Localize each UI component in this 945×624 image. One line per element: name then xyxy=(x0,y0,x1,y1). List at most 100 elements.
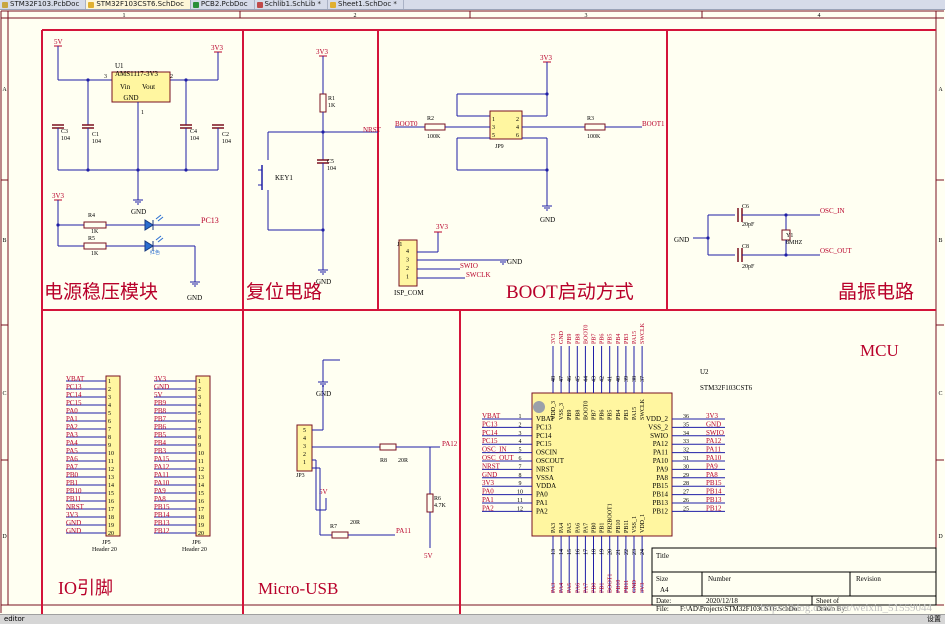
pin-name: PB15 xyxy=(652,482,668,490)
pin-name: PB10 xyxy=(616,520,622,533)
net-label: 3V3 xyxy=(482,479,495,487)
label: 1K xyxy=(91,229,99,235)
pin-number: 18 xyxy=(108,515,114,521)
pin-name: VSS_1 xyxy=(632,516,638,533)
net-label: NRST xyxy=(66,503,85,511)
label: 1 xyxy=(492,117,495,123)
led-icon xyxy=(155,235,162,241)
pin-number: 20 xyxy=(198,531,204,537)
section-title-usb: Micro-USB xyxy=(258,579,338,598)
net-label: PA10 xyxy=(154,479,170,487)
net-label: PB8 xyxy=(154,407,167,415)
label: JP6 xyxy=(192,540,201,546)
pin-number: 17 xyxy=(583,549,589,555)
net-label: PB13 xyxy=(154,519,170,527)
label: 1 xyxy=(406,275,409,281)
net-label: OSC_IN xyxy=(482,446,507,454)
net-label: PA7 xyxy=(66,463,78,471)
junction-dot xyxy=(86,168,90,172)
zone-row-label: D xyxy=(938,534,943,540)
net-label: PB0 xyxy=(66,471,79,479)
net-label: VBAT xyxy=(66,375,85,383)
pin-number: 1 xyxy=(108,379,111,385)
label: Header 20 xyxy=(182,547,207,553)
pin-number: 35 xyxy=(683,422,689,428)
pin-number: 27 xyxy=(683,490,689,496)
net-label: BOOT0 xyxy=(583,325,589,344)
label: 5 xyxy=(492,133,495,139)
pin-number: 23 xyxy=(632,549,638,555)
pin-number: 5 xyxy=(198,411,201,417)
net-label: PB6 xyxy=(600,334,606,344)
net-label: PC14 xyxy=(66,391,82,399)
net-label: PB6 xyxy=(154,423,167,431)
section-title-mcu: MCU xyxy=(860,341,899,360)
label: 3 xyxy=(303,444,306,450)
net-label: PA5 xyxy=(66,447,78,455)
net-label: PA2 xyxy=(482,504,494,512)
net-label: PA1 xyxy=(482,496,494,504)
net-label: PA8 xyxy=(706,471,718,479)
label: PA11 xyxy=(396,527,412,535)
document-tab-1[interactable]: STM32F103CST6.SchDoc xyxy=(86,0,191,9)
net-label: 3V3 xyxy=(154,375,167,383)
section-title-io: IO引脚 xyxy=(58,578,113,598)
net-label: PB15 xyxy=(154,503,170,511)
pin-number: 10 xyxy=(517,490,523,496)
net-label: 3V3 xyxy=(706,412,719,420)
net-label: SWCLK xyxy=(640,322,646,344)
pin-name: SWCLK xyxy=(640,398,646,420)
pin-number: 46 xyxy=(567,376,573,382)
pin-number: 21 xyxy=(616,549,622,555)
pin-name: VDDA xyxy=(536,482,556,490)
label: C4 xyxy=(190,129,197,135)
label: U1 xyxy=(115,62,124,70)
pin-number: 25 xyxy=(683,506,689,512)
net-label: 5V xyxy=(154,391,163,399)
document-tab-0[interactable]: STM32F103.PcbDoc xyxy=(0,0,87,9)
net-label: PC13 xyxy=(482,420,498,428)
net-label: PB5 xyxy=(154,431,167,439)
pin-number: 7 xyxy=(108,427,111,433)
label: 3V3 xyxy=(52,192,65,200)
label: R6 xyxy=(434,496,441,502)
section-title-boot: BOOT启动方式 xyxy=(506,281,634,303)
label: 5V xyxy=(54,38,63,46)
pin-number: 10 xyxy=(198,451,204,457)
label: JP9 xyxy=(495,144,504,150)
schematic-sheet[interactable]: 1234AABBCCDD 电源稳压模块 复位电路 BOOT启动方式 晶振电路 IO引脚 M… xyxy=(0,10,945,614)
led-color-label: 红色 xyxy=(150,249,160,256)
label: 100K xyxy=(587,134,601,140)
net-label: PA7 xyxy=(583,583,589,593)
pin-number: 12 xyxy=(517,506,523,512)
zone-column-label: 4 xyxy=(818,13,821,19)
pin-number: 10 xyxy=(108,451,114,457)
document-tab-3[interactable]: Schlib1.SchLib * xyxy=(255,0,329,9)
pin-name: PB2BOOT1 xyxy=(608,503,614,533)
junction-dot xyxy=(56,223,60,227)
pin-name: VDD_1 xyxy=(640,514,646,533)
net-label: PA12 xyxy=(706,437,722,445)
label: 104 xyxy=(92,139,101,145)
document-tab-2[interactable]: PCB2.PcbDoc xyxy=(191,0,255,9)
document-tab-4[interactable]: Sheet1.SchDoc * xyxy=(328,0,404,9)
label: C2 xyxy=(222,132,229,138)
label: R2 xyxy=(427,116,434,122)
net-label: PB1 xyxy=(66,479,79,487)
pin-number: 6 xyxy=(519,456,522,462)
pin-number: 9 xyxy=(198,443,201,449)
pin-number: 11 xyxy=(108,459,114,465)
pin-name: PA10 xyxy=(653,457,669,465)
net-label: PB3 xyxy=(154,447,167,455)
net-label: PB4 xyxy=(154,439,167,447)
label: 104 xyxy=(222,139,231,145)
pin-number: 30 xyxy=(683,464,689,470)
key-label: KEY1 xyxy=(275,174,293,182)
pin-number: 7 xyxy=(198,427,201,433)
label: GND xyxy=(131,208,146,216)
title-block-date: Date: xyxy=(656,597,671,605)
net-label: PA11 xyxy=(154,471,170,479)
zone-column-label: 1 xyxy=(123,13,126,19)
pin-number: 2 xyxy=(198,387,201,393)
pin-name: PC13 xyxy=(536,423,552,431)
